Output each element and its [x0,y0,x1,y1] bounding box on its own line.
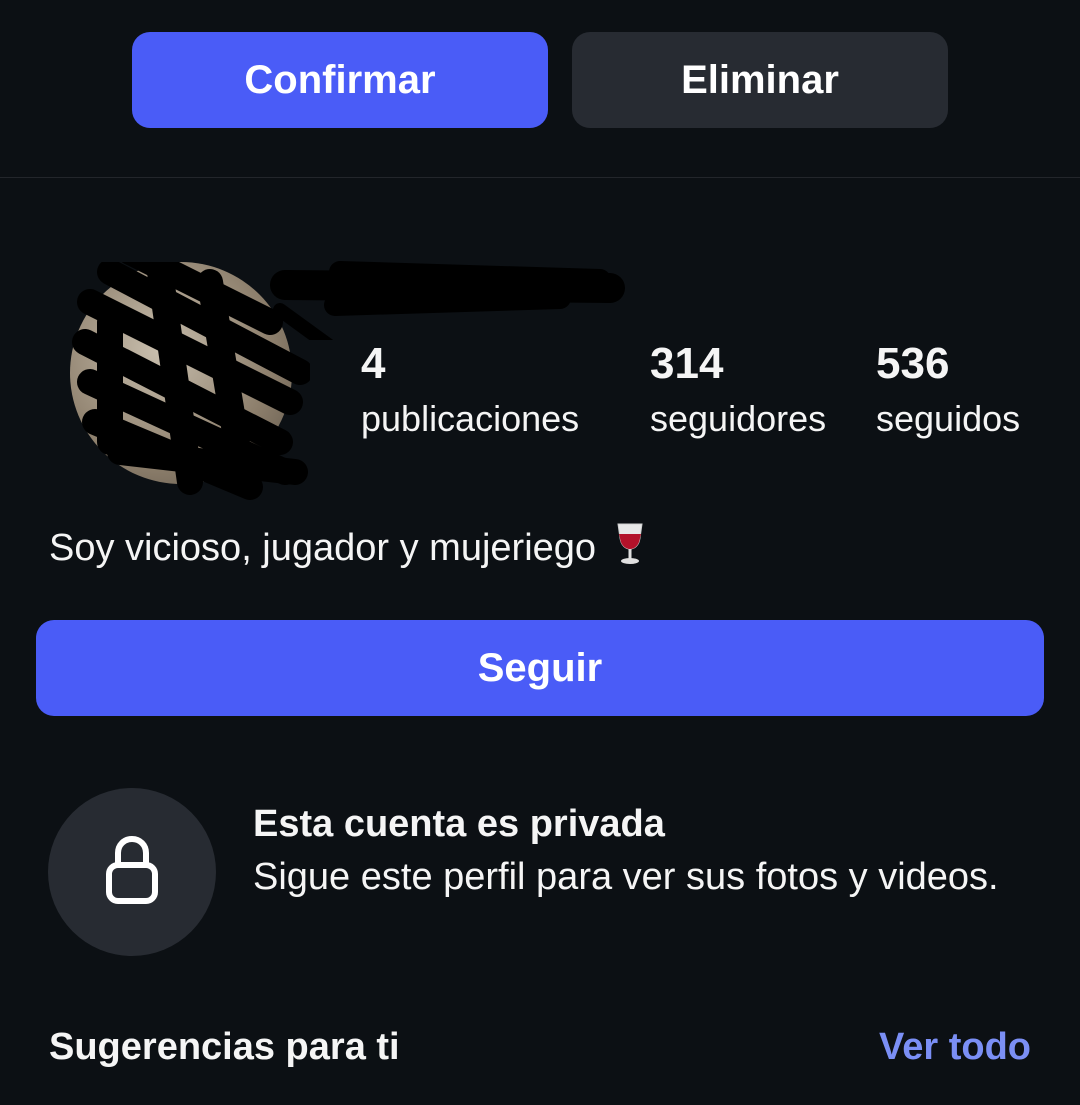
username-redaction [270,261,625,340]
suggestions-title: Sugerencias para ti [49,1026,400,1068]
followers-value: 314 [650,339,724,388]
posts-count: 4 publicaciones [361,338,579,444]
posts-value: 4 [361,339,386,388]
see-all-link[interactable]: Ver todo [879,1022,1031,1072]
follow-button[interactable]: Seguir [36,620,1044,716]
private-account-title: Esta cuenta es privada [253,803,665,845]
following-label: seguidos [876,398,1021,439]
private-account-description: Sigue este perfil para ver sus fotos y v… [253,856,999,898]
followers-label: seguidores [650,398,827,439]
private-account-badge [48,788,216,956]
following-value: 536 [876,339,950,388]
bio-text: Soy vicioso, jugador y mujeriego [49,527,597,569]
posts-label: publicaciones [361,398,580,439]
followers-count[interactable]: 314 seguidores [650,338,826,444]
profile-screen: Confirmar Eliminar 4 publicaciones 314 s… [0,0,1080,1105]
lock-icon [104,835,160,910]
bio: Soy vicioso, jugador y mujeriego [49,522,645,579]
wine-glass-icon [615,522,645,579]
following-count[interactable]: 536 seguidos [876,338,1020,444]
